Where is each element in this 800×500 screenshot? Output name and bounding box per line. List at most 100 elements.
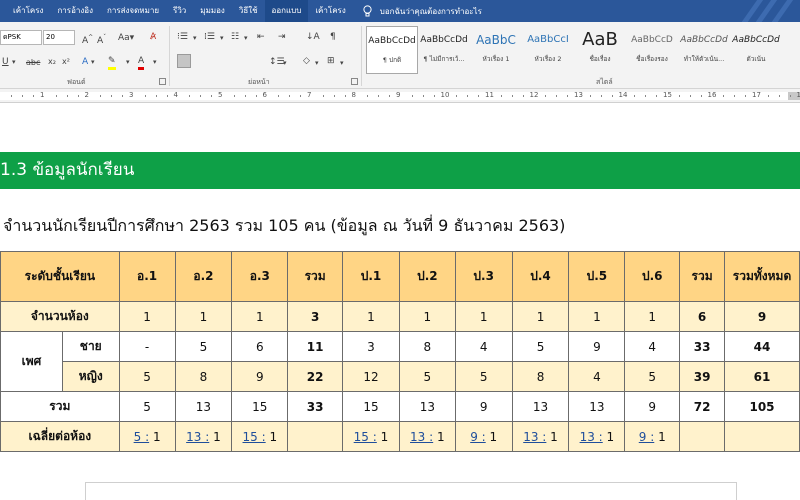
style-normal[interactable]: AaBbCcDd ¶ ปกติ <box>366 26 418 74</box>
font-color-icon[interactable]: A <box>138 55 145 70</box>
dropdown-icon[interactable]: ▾ <box>244 32 248 44</box>
tab-references[interactable]: การอ้างอิง <box>50 0 100 22</box>
ratio-den: 1 <box>546 429 558 444</box>
style-name: ชื่อเรื่อง <box>589 55 611 63</box>
style-subtle-emphasis[interactable]: AaBbCcDd ทำให้ตัวเน้น... <box>678 26 730 74</box>
tab-view[interactable]: มุมมอง <box>193 0 232 22</box>
table-cell: 11 <box>287 331 344 362</box>
header-cell: ป.1 <box>342 251 400 302</box>
ratio-num: 13 : <box>410 429 434 444</box>
ruler-tick <box>322 95 324 97</box>
text-effects-icon[interactable]: A <box>82 56 88 68</box>
borders-icon[interactable]: ⊞ <box>327 55 335 67</box>
distributed-icon[interactable] <box>249 54 263 68</box>
ruler-tick <box>656 95 658 97</box>
style-emphasis[interactable]: AaBbCcDd ตัวเน้น <box>730 26 782 74</box>
ruler-tick <box>611 95 613 97</box>
shading-icon[interactable]: ◇ <box>303 55 310 67</box>
grow-font-icon[interactable]: A^ <box>82 32 93 47</box>
font-size-box[interactable]: 20 <box>43 30 75 45</box>
table-cell: 5 <box>118 391 176 422</box>
ruler-tick <box>634 95 636 97</box>
student-stats-table: ระดับชั้นเรียน อ.1 อ.2 อ.3 รวม ป.1 ป.2 ป… <box>0 251 800 452</box>
superscript-icon[interactable]: x² <box>62 56 70 68</box>
justify-icon[interactable] <box>231 54 245 68</box>
dropdown-icon[interactable]: ▾ <box>153 56 157 68</box>
tab-layout[interactable]: เค้าโครง <box>6 0 50 22</box>
font-dialog-launcher-icon[interactable] <box>159 78 166 85</box>
ratio-den: 1 <box>602 429 615 444</box>
dropdown-icon[interactable]: ▾ <box>126 56 130 68</box>
section-heading-bar: 1.3 ข้อมูลนักเรียน <box>0 152 800 189</box>
tell-me-search[interactable]: บอกฉันว่าคุณต้องการทำอะไร <box>363 0 482 22</box>
row-label: หญิง <box>61 361 120 392</box>
ruler-tick <box>478 95 480 97</box>
ruler-number: 13 <box>574 91 583 99</box>
ruler-tick <box>389 95 391 97</box>
row-label: เฉลี่ยต่อห้อง <box>0 421 120 452</box>
dropdown-icon[interactable]: ▾ <box>91 56 95 68</box>
table-cell: 6 <box>231 331 289 362</box>
table-cell: 61 <box>724 361 800 392</box>
dropdown-icon[interactable]: ▾ <box>12 56 16 68</box>
increase-indent-icon[interactable]: ⇥ <box>278 31 286 43</box>
ruler-tick <box>11 95 13 97</box>
underline-icon[interactable]: U <box>2 56 9 68</box>
shrink-font-icon[interactable]: Aˇ <box>97 32 106 47</box>
tab-mailings[interactable]: การส่งจดหมาย <box>100 0 166 22</box>
table-cell: 1 <box>511 301 570 332</box>
align-center-icon[interactable] <box>195 54 209 68</box>
table-cell: 13 <box>398 391 456 422</box>
style-sample: AaBbCcDd <box>680 35 728 45</box>
style-subtitle[interactable]: AaBbCcD ชื่อเรื่องรอง <box>626 26 678 74</box>
row-label: รวม <box>0 391 120 422</box>
ruler-tick <box>255 95 257 97</box>
style-sample: AaBbCcDd <box>420 35 468 45</box>
style-heading-2[interactable]: AaBbCcI หัวเรื่อง 2 <box>522 26 574 74</box>
ratio-num: 15 : <box>353 429 377 444</box>
bullets-icon[interactable]: ⁝☰ <box>177 31 188 43</box>
horizontal-ruler[interactable]: 123456789101112131415161718 <box>0 89 800 103</box>
table-cell: 1 <box>568 301 626 332</box>
tab-table-layout[interactable]: เค้าโครง <box>308 0 352 22</box>
dropdown-icon[interactable]: ▾ <box>193 32 197 44</box>
dropdown-icon[interactable]: ▾ <box>220 32 224 44</box>
strikethrough-icon[interactable]: abc <box>26 57 40 69</box>
highlight-icon[interactable]: ✎ <box>108 55 116 70</box>
paragraph-dialog-launcher-icon[interactable] <box>351 78 358 85</box>
clear-formatting-icon[interactable]: A̷ <box>150 31 156 43</box>
change-case-icon[interactable]: Aa▾ <box>118 32 134 44</box>
table-cell: 1 <box>398 301 456 332</box>
dropdown-icon[interactable]: ▾ <box>340 57 344 69</box>
sort-icon[interactable]: ↓A <box>306 31 320 43</box>
font-name-box[interactable]: ดPSK <box>0 30 42 45</box>
group-divider <box>169 26 170 86</box>
table-cell: 1 <box>231 301 289 332</box>
ratio-cell: 9 : 1 <box>454 421 513 452</box>
style-no-spacing[interactable]: AaBbCcDd ¶ ไม่มีการเว้... <box>418 26 470 74</box>
table-cell: 8 <box>511 361 570 392</box>
style-heading-1[interactable]: AaBbC หัวเรื่อง 1 <box>470 26 522 74</box>
tab-review[interactable]: รีวิว <box>166 0 193 22</box>
decrease-indent-icon[interactable]: ⇤ <box>257 31 265 43</box>
tab-design[interactable]: ออกแบบ <box>264 0 309 22</box>
decorative-slashes <box>740 0 800 22</box>
tab-help[interactable]: วิธีใช้ <box>232 0 265 22</box>
subscript-icon[interactable]: x₂ <box>48 56 56 68</box>
ribbon-tab-bar: เค้าโครง การอ้างอิง การส่งจดหมาย รีวิว ม… <box>0 0 800 22</box>
dropdown-icon[interactable]: ▾ <box>315 57 319 69</box>
ruler-tick <box>411 95 413 97</box>
align-right-icon[interactable] <box>213 54 227 68</box>
header-cell: ป.4 <box>511 251 570 302</box>
style-title[interactable]: AaB ชื่อเรื่อง <box>574 26 626 74</box>
multilevel-list-icon[interactable]: ☷ <box>231 31 239 43</box>
align-left-icon[interactable] <box>177 54 191 68</box>
ruler-tick <box>244 95 246 97</box>
word-window: เค้าโครง การอ้างอิง การส่งจดหมาย รีวิว ม… <box>0 0 800 500</box>
numbering-icon[interactable]: ⁞☰ <box>204 31 215 43</box>
ruler-tick <box>589 95 591 97</box>
show-formatting-icon[interactable]: ¶ <box>330 31 336 43</box>
document-page[interactable]: 1.3 ข้อมูลนักเรียน จำนวนนักเรียนปีการศึก… <box>0 104 800 500</box>
dropdown-icon[interactable]: ▾ <box>283 57 287 69</box>
ruler-tick <box>467 95 469 97</box>
